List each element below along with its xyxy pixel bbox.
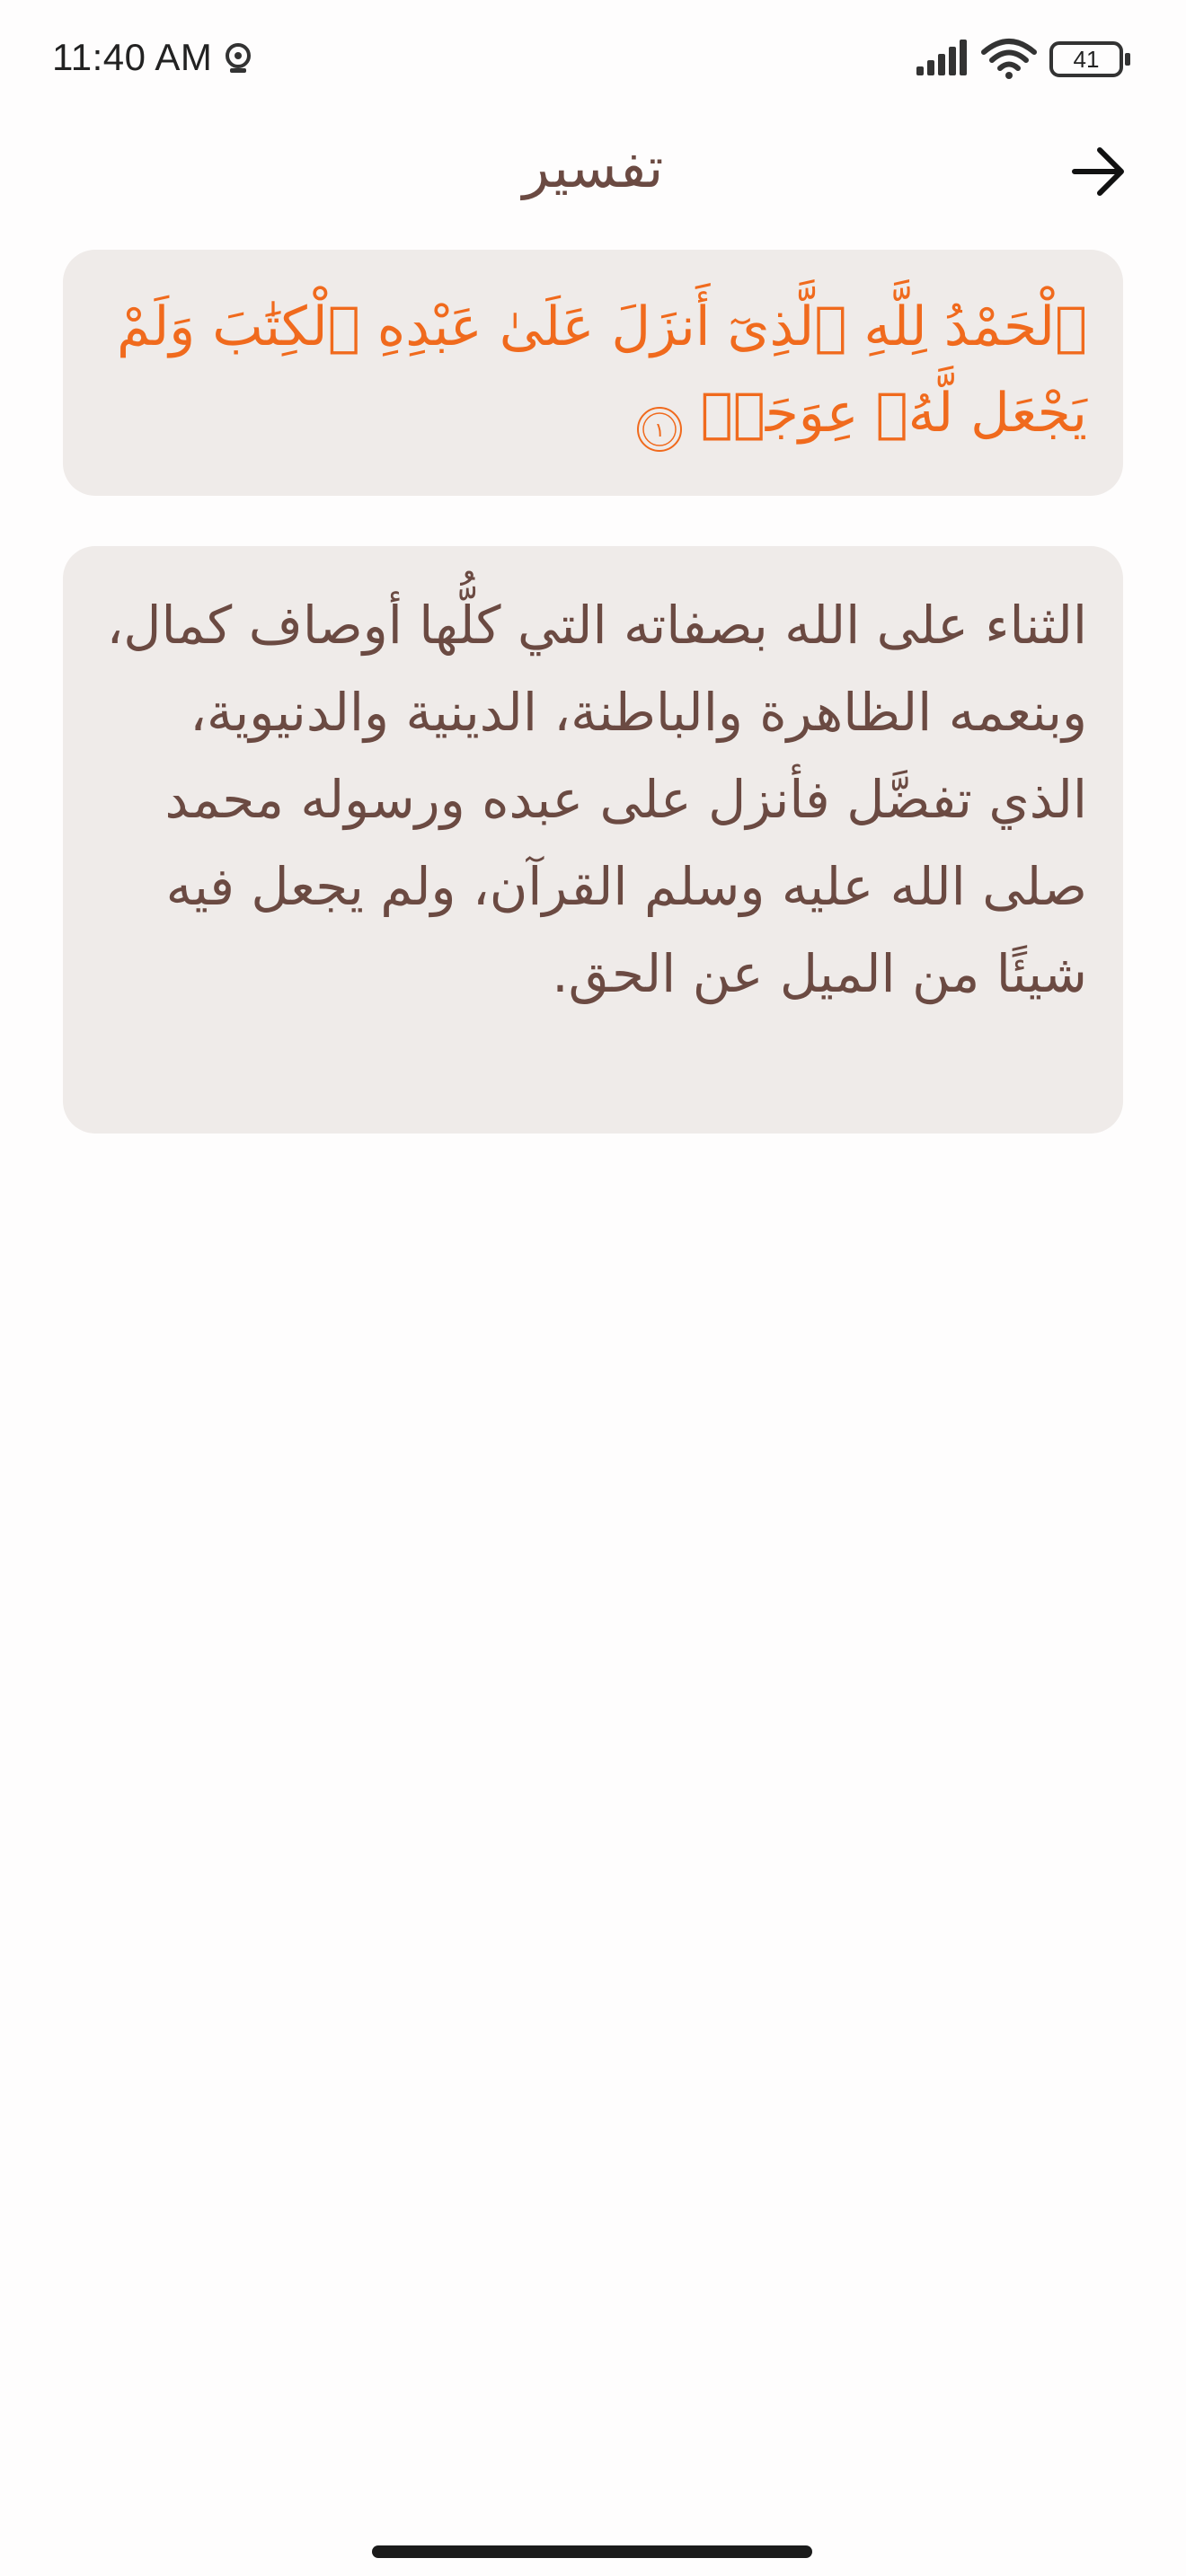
back-button[interactable] bbox=[1067, 140, 1130, 203]
ayah-number: ١ bbox=[654, 419, 665, 442]
ayah-card: ٱلْحَمْدُ لِلَّهِ ٱلَّذِىٓ أَنزَلَ عَلَى… bbox=[63, 250, 1123, 496]
signal-icon bbox=[916, 40, 967, 75]
wifi-icon bbox=[981, 39, 1037, 79]
home-indicator[interactable] bbox=[372, 2545, 812, 2558]
ayah-number-marker: ١ bbox=[635, 393, 684, 453]
camera-status-icon bbox=[226, 43, 251, 73]
page-title: تفسير bbox=[522, 135, 664, 200]
ayah-verse: ٱلْحَمْدُ لِلَّهِ ٱلَّذِىٓ أَنزَلَ عَلَى… bbox=[117, 296, 1087, 445]
app-header: تفسير bbox=[0, 117, 1186, 234]
status-bar: 11:40 AM 41 bbox=[0, 0, 1186, 117]
tafsir-text: الثناء على الله بصفاته التي كلُّها أوصاف… bbox=[106, 595, 1087, 1004]
tafsir-card: الثناء على الله بصفاته التي كلُّها أوصاف… bbox=[63, 546, 1123, 1134]
arrow-right-icon bbox=[1072, 147, 1124, 196]
battery-level: 41 bbox=[1073, 46, 1100, 73]
status-time: 11:40 AM bbox=[52, 36, 213, 78]
ayah-text: ٱلْحَمْدُ لِلَّهِ ٱلَّذِىٓ أَنزَلَ عَلَى… bbox=[99, 284, 1087, 456]
